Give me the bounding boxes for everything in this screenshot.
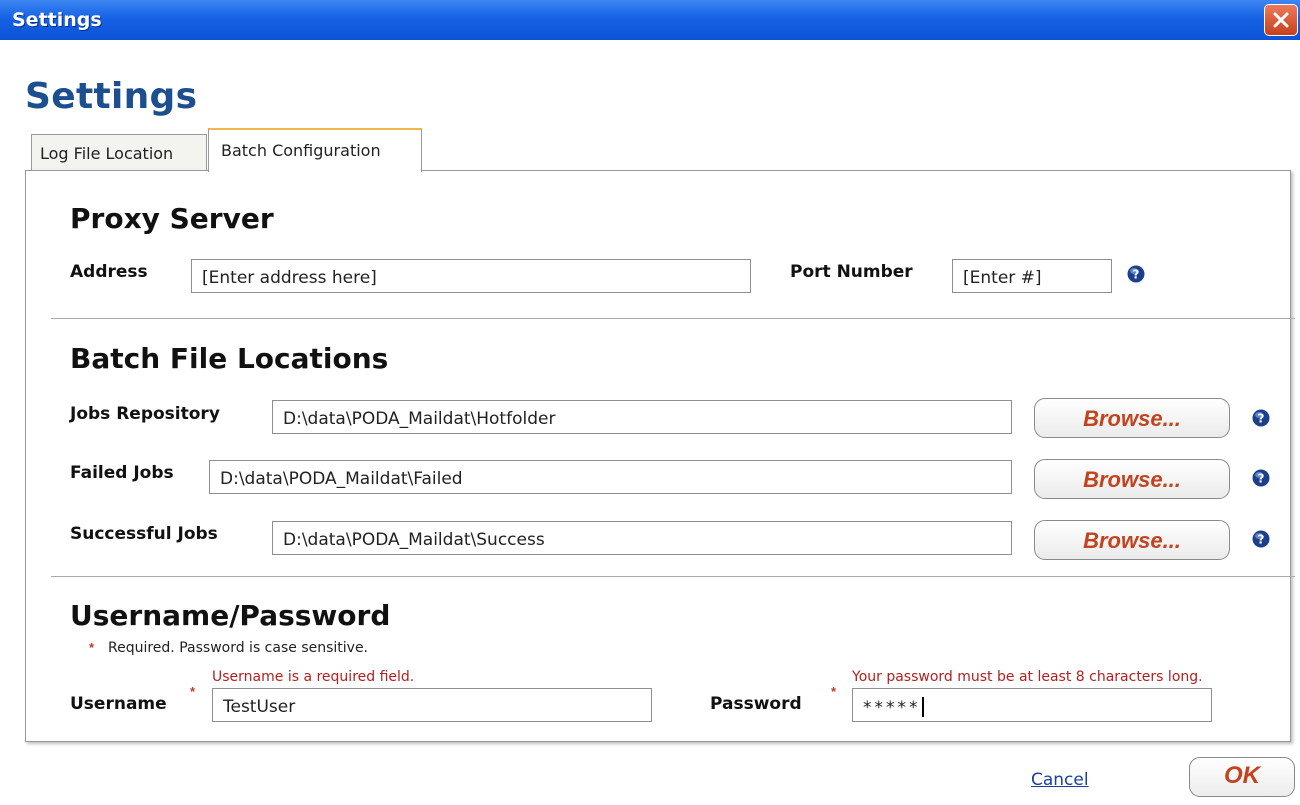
successful-jobs-label: Successful Jobs xyxy=(70,524,218,544)
username-label: Username xyxy=(70,694,167,714)
svg-text:?: ? xyxy=(1133,268,1140,282)
username-input[interactable]: TestUser xyxy=(212,688,652,722)
ok-button[interactable]: OK xyxy=(1189,757,1295,797)
help-icon[interactable]: ? xyxy=(1127,265,1145,283)
text-cursor xyxy=(921,697,924,717)
help-icon[interactable]: ? xyxy=(1252,409,1270,427)
jobs-repository-browse-button[interactable]: Browse... xyxy=(1034,398,1230,438)
svg-text:?: ? xyxy=(1258,472,1265,486)
username-error: Username is a required field. xyxy=(212,669,415,685)
failed-jobs-browse-button[interactable]: Browse... xyxy=(1034,459,1230,499)
jobs-repository-label: Jobs Repository xyxy=(70,404,220,424)
address-label: Address xyxy=(70,262,148,282)
port-number-label: Port Number xyxy=(790,262,913,282)
password-value: ***** xyxy=(863,698,921,718)
required-note: Required. Password is case sensitive. xyxy=(108,640,369,656)
help-icon[interactable]: ? xyxy=(1252,469,1270,487)
successful-jobs-browse-button[interactable]: Browse... xyxy=(1034,520,1230,560)
close-button[interactable] xyxy=(1264,4,1298,36)
successful-jobs-input[interactable]: D:\data\PODA_Maildat\Success xyxy=(272,521,1012,555)
password-input[interactable]: ***** xyxy=(852,688,1212,722)
failed-jobs-label: Failed Jobs xyxy=(70,463,174,483)
help-icon[interactable]: ? xyxy=(1252,530,1270,548)
section-divider xyxy=(51,576,1295,577)
failed-jobs-input[interactable]: D:\data\PODA_Maildat\Failed xyxy=(209,460,1012,494)
address-input[interactable]: [Enter address here] xyxy=(191,259,751,293)
port-number-input[interactable]: [Enter #] xyxy=(952,259,1112,293)
jobs-repository-input[interactable]: D:\data\PODA_Maildat\Hotfolder xyxy=(272,400,1012,434)
tab-batch-configuration[interactable]: Batch Configuration xyxy=(208,128,422,172)
username-password-heading: Username/Password xyxy=(70,599,391,632)
close-icon xyxy=(1273,12,1289,28)
title-bar: Settings xyxy=(0,0,1300,40)
tab-panel: Proxy Server Address [Enter address here… xyxy=(25,170,1295,742)
window-title: Settings xyxy=(12,9,102,31)
username-required-star: * xyxy=(190,684,196,699)
svg-text:?: ? xyxy=(1258,533,1265,547)
cancel-link[interactable]: Cancel xyxy=(1031,770,1089,790)
tab-log-file-location[interactable]: Log File Location xyxy=(31,134,207,170)
section-divider xyxy=(51,318,1295,319)
proxy-server-heading: Proxy Server xyxy=(70,202,274,235)
required-star: * xyxy=(89,640,95,655)
batch-file-locations-heading: Batch File Locations xyxy=(70,342,389,375)
password-required-star: * xyxy=(831,684,837,699)
password-label: Password xyxy=(710,694,802,714)
svg-text:?: ? xyxy=(1258,412,1265,426)
page-title: Settings xyxy=(25,76,198,117)
password-error: Your password must be at least 8 charact… xyxy=(852,669,1203,685)
